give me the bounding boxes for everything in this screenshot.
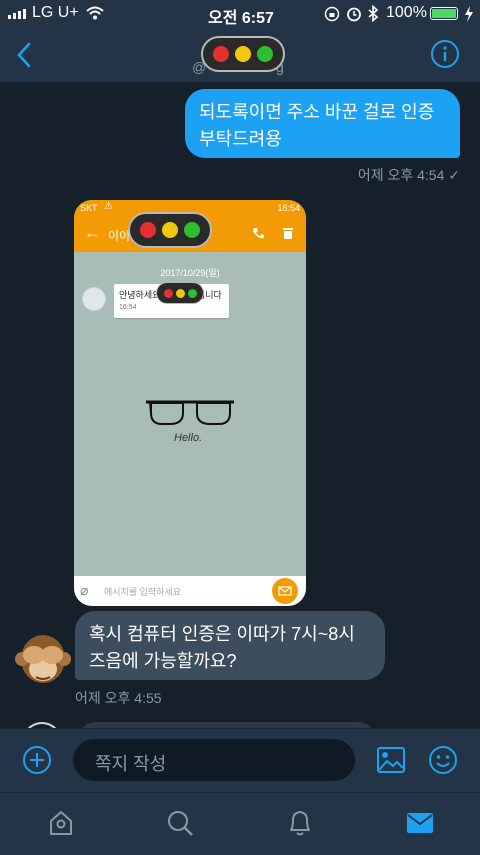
shot-call-icon (253, 228, 264, 239)
message-input[interactable]: 쪽지 작성 (73, 739, 355, 781)
shot-input-bar: ⌀ 메시지를 입력하세요 (74, 576, 306, 606)
wifi-icon (86, 6, 104, 20)
bluetooth-icon (368, 5, 378, 22)
message-bubble-incoming[interactable]: 혹시 컴퓨터 인증은 이따가 7시~8시 즈음에 가능할까요? (75, 611, 385, 680)
message-timestamp: 어제 오후 4:54 ✓ (357, 167, 460, 183)
battery-icon (430, 7, 458, 20)
shot-trash-icon (283, 228, 293, 239)
notifications-icon[interactable] (286, 808, 314, 838)
messages-icon[interactable] (406, 810, 434, 836)
charging-icon (465, 6, 473, 22)
composer-bar: 쪽지 작성 (0, 728, 480, 793)
message-bubble-outgoing[interactable]: 되도록이면 주소 바꾼 걸로 인증 부탁드려용 (185, 89, 460, 158)
alarm-icon (347, 7, 361, 22)
home-icon[interactable] (47, 809, 75, 837)
emoji-icon[interactable] (428, 745, 458, 775)
redacted-name-sticker (201, 36, 285, 72)
glasses-illustration (146, 400, 234, 425)
redacted-name-sticker (156, 282, 204, 304)
shared-image[interactable]: SKT ⚠ 16:54 ← 이이 2017/10/29(일) 안녕하세요 입니다… (74, 200, 306, 606)
warning-icon: ⚠ (104, 201, 113, 212)
image-icon[interactable] (376, 745, 406, 775)
see-no-evil-monkey-avatar (14, 629, 72, 691)
redacted-name-sticker (128, 212, 212, 248)
message-timestamp: 어제 오후 4:55 (75, 690, 162, 706)
info-icon[interactable] (430, 39, 460, 69)
search-icon[interactable] (166, 809, 194, 837)
back-icon[interactable] (16, 42, 32, 68)
status-bar: LG U+ 오전 6:57 100% (0, 0, 480, 28)
shot-avatar (82, 287, 106, 311)
shot-date-divider: 2017/10/29(일) (160, 268, 220, 278)
clock: 오전 6:57 (208, 10, 274, 27)
carrier-label: LG U+ (32, 4, 79, 21)
rotation-lock-icon (324, 6, 340, 22)
shot-send-icon (272, 578, 298, 604)
tab-bar (0, 792, 480, 855)
conversation-header: @ g (0, 28, 480, 83)
add-icon[interactable] (22, 745, 52, 775)
signal-icon (8, 9, 26, 19)
shot-attach-icon: ⌀ (80, 582, 89, 598)
battery-percent: 100% (386, 4, 427, 21)
shot-back-icon: ← (84, 223, 101, 242)
